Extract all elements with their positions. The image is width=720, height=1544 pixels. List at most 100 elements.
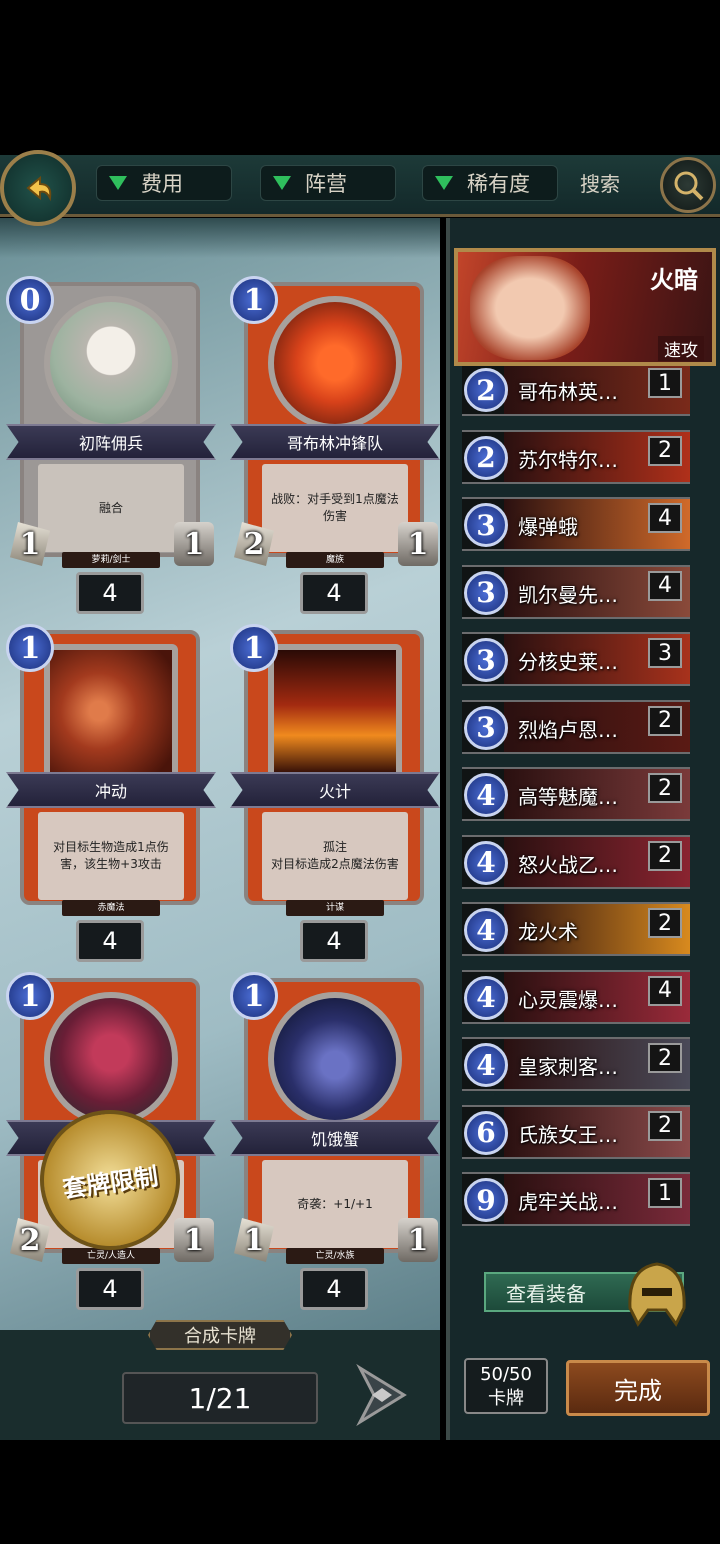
deck-list-item[interactable]: 4 高等魅魔… 2 [462,767,690,821]
card-art [44,296,178,430]
search-label[interactable]: 搜索 [580,168,620,197]
dropdown-triangle-icon [273,176,291,190]
deck-item-cost: 9 [464,1178,508,1222]
card-tribe: 魔族 [286,552,384,568]
collection-card[interactable]: 哥布林冲锋队 战败：对手受到1点魔法伤害 魔族 1 2 1 4 [230,276,440,622]
deck-item-count: 2 [648,435,682,466]
filter-rarity-label: 稀有度 [467,172,530,196]
collection-card[interactable]: 初阵佣兵 融合 萝莉/剑士 0 1 1 4 [6,276,216,622]
deck-list-item[interactable]: 3 烈焰卢恩… 2 [462,699,690,754]
card-art [44,992,178,1126]
card-health: 1 [174,522,214,566]
card-tribe: 亡灵/人造人 [62,1248,160,1264]
deck-list-item[interactable]: 3 分核史莱… 3 [462,632,690,686]
deck-list-item[interactable]: 4 怒火战乙… 2 [462,834,690,889]
search-button[interactable] [660,157,716,213]
card-health: 1 [174,1218,214,1262]
deck-item-count: 1 [648,368,682,398]
card-text: 对目标生物造成1点伤害，该生物+3攻击 [38,812,184,900]
deck-item-cost: 4 [464,1043,508,1087]
deck-list-item[interactable]: 6 氏族女王… 2 [462,1104,690,1159]
deck-item-count: 2 [648,840,682,871]
card-name: 初阵佣兵 [6,424,216,460]
collection-card[interactable]: 冲动 对目标生物造成1点伤害，该生物+3攻击 赤魔法 1 4 [6,624,216,970]
card-cost: 1 [6,972,54,1020]
deck-item-name: 爆弹蛾 [518,515,578,539]
deck-item-count: 1 [648,1178,682,1208]
card-count: 4 [76,572,144,614]
deck-item-cost: 4 [464,773,508,817]
card-tribe: 赤魔法 [62,900,160,916]
deck-list-item[interactable]: 3 爆弹蛾 4 [462,497,690,551]
deck-item-count: 3 [648,638,682,668]
hero-tag: 速攻 [658,336,704,361]
card-text: 战败：对手受到1点魔法伤害 [262,464,408,552]
card-art [268,992,402,1126]
collection-card[interactable]: 火计 孤注 对目标造成2点魔法伤害 计谋 1 4 [230,624,440,970]
deck-item-name: 皇家刺客… [518,1055,618,1079]
dropdown-triangle-icon [109,176,127,190]
deck-list-item[interactable]: 4 龙火术 2 [462,902,690,956]
deck-item-count: 2 [648,773,682,803]
deck-item-cost: 3 [464,705,508,750]
deck-item-cost: 2 [464,435,508,480]
deck-item-count: 4 [648,975,682,1006]
deck-list-item[interactable]: 3 凯尔曼先… 4 [462,564,690,619]
filter-rarity[interactable]: 稀有度 [422,165,558,201]
hero-banner[interactable]: 火暗 速攻 [446,248,720,366]
card-count: 4 [300,572,368,614]
deck-item-count: 2 [648,1043,682,1073]
deck-item-cost: 3 [464,503,508,547]
card-health: 1 [398,522,438,566]
card-art [268,644,402,778]
back-arrow-icon [26,175,52,202]
next-page-button[interactable] [352,1362,412,1428]
deck-count-label: 卡牌 [488,1388,524,1409]
filter-faction[interactable]: 阵营 [260,165,396,201]
deck-item-name: 虎牢关战… [518,1190,618,1214]
card-text: 奇袭：+1/+1 [262,1160,408,1248]
deck-list-item[interactable]: 9 虎牢关战… 1 [462,1172,690,1226]
dropdown-triangle-icon [435,176,453,190]
card-tribe: 萝莉/剑士 [62,552,160,568]
deck-item-count: 2 [648,908,682,938]
next-arrow-icon [356,1363,407,1427]
hero-face [470,256,590,360]
card-tribe: 亡灵/水族 [286,1248,384,1264]
card-text: 融合 [38,464,184,552]
card-text: 孤注 对目标造成2点魔法伤害 [262,812,408,900]
craft-card-button[interactable]: 合成卡牌 [148,1320,292,1350]
helmet-icon [628,1262,686,1327]
deck-item-cost: 2 [464,368,508,412]
deck-item-name: 龙火术 [518,920,578,944]
card-name: 冲动 [6,772,216,808]
card-tribe: 计谋 [286,900,384,916]
deck-item-name: 高等魅魔… [518,785,618,809]
done-button[interactable]: 完成 [566,1360,710,1416]
hero-name: 火暗 [650,266,698,294]
page-indicator: 1/21 [122,1372,318,1424]
card-cost: 1 [230,276,278,324]
deck-list-item[interactable]: 4 心灵震爆… 4 [462,969,690,1024]
collection-card[interactable]: 饥饿蟹 奇袭：+1/+1 亡灵/水族 1 1 1 4 [230,972,440,1318]
card-cost: 1 [6,624,54,672]
card-count: 4 [76,920,144,962]
deck-item-name: 心灵震爆… [518,987,618,1012]
deck-item-name: 怒火战乙… [518,852,618,877]
back-button[interactable] [0,150,76,226]
card-cost: 1 [230,624,278,672]
deck-item-name: 分核史莱… [518,650,618,674]
deck-item-name: 凯尔曼先… [518,582,618,607]
filter-cost[interactable]: 费用 [96,165,232,201]
deck-item-cost: 6 [464,1110,508,1155]
deck-list-item[interactable]: 2 苏尔特尔… 2 [462,429,690,484]
deck-item-count: 4 [648,570,682,601]
card-count: 4 [300,920,368,962]
deck-list-item[interactable]: 2 哥布林英… 1 [462,362,690,416]
card-art [44,644,178,778]
deck-item-name: 苏尔特尔… [518,447,618,472]
deck-item-cost: 4 [464,840,508,885]
filter-cost-label: 费用 [141,172,183,196]
card-name: 饥饿蟹 [230,1120,440,1156]
deck-list-item[interactable]: 4 皇家刺客… 2 [462,1037,690,1091]
